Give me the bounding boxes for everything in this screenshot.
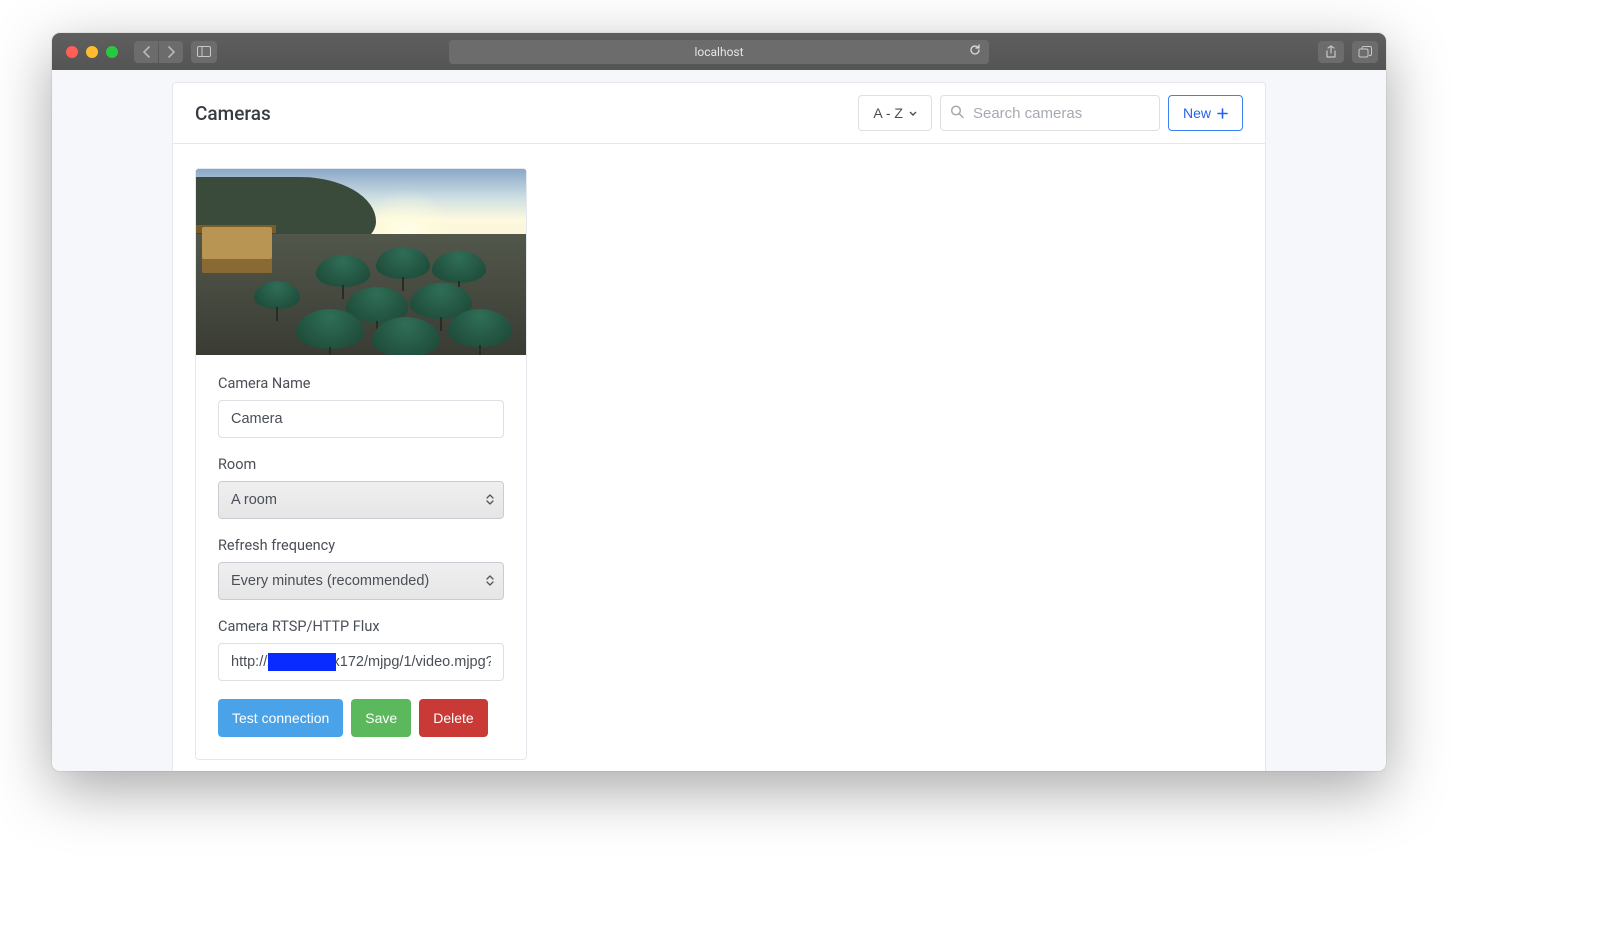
share-button[interactable] <box>1318 41 1344 63</box>
plus-icon <box>1217 108 1228 119</box>
camera-form: Camera Name Room A room <box>196 355 526 759</box>
test-connection-button[interactable]: Test connection <box>218 699 343 737</box>
tabs-button[interactable] <box>1352 41 1378 63</box>
flux-input[interactable] <box>218 643 504 681</box>
delete-button[interactable]: Delete <box>419 699 487 737</box>
share-icon <box>1325 45 1337 59</box>
page-header: Cameras A - Z New <box>173 83 1265 144</box>
tabs-icon <box>1358 46 1372 58</box>
reload-icon[interactable] <box>969 44 981 59</box>
back-button[interactable] <box>134 41 158 63</box>
page-container: Cameras A - Z New <box>172 82 1266 771</box>
sidebar-toggle-button[interactable] <box>191 41 217 63</box>
window-controls <box>66 46 118 58</box>
frequency-label: Refresh frequency <box>218 537 504 554</box>
browser-window: localhost Cameras <box>52 33 1386 771</box>
room-label: Room <box>218 456 504 473</box>
save-button[interactable]: Save <box>351 699 411 737</box>
page-viewport: Cameras A - Z New <box>52 70 1386 771</box>
search-input[interactable] <box>940 95 1160 131</box>
room-select[interactable]: A room <box>218 481 504 519</box>
minimize-window-button[interactable] <box>86 46 98 58</box>
search-icon <box>950 104 964 123</box>
nav-buttons <box>134 41 183 63</box>
new-camera-button[interactable]: New <box>1168 95 1243 131</box>
camera-name-input[interactable] <box>218 400 504 438</box>
browser-titlebar: localhost <box>52 33 1386 70</box>
address-bar[interactable]: localhost <box>449 40 989 64</box>
search-wrap <box>940 95 1160 131</box>
chevron-left-icon <box>142 46 151 58</box>
camera-name-label: Camera Name <box>218 375 504 392</box>
header-controls: A - Z New <box>858 95 1243 131</box>
chevron-down-icon <box>909 111 917 116</box>
chevron-right-icon <box>167 46 176 58</box>
maximize-window-button[interactable] <box>106 46 118 58</box>
sort-label: A - Z <box>873 105 903 121</box>
forward-button[interactable] <box>159 41 183 63</box>
sidebar-icon <box>197 46 211 57</box>
sort-dropdown[interactable]: A - Z <box>858 95 932 131</box>
page-title: Cameras <box>195 102 271 125</box>
flux-label: Camera RTSP/HTTP Flux <box>218 618 504 635</box>
url-text: localhost <box>694 45 743 59</box>
new-label: New <box>1183 105 1211 121</box>
camera-preview <box>196 169 526 355</box>
frequency-select[interactable]: Every minutes (recommended) <box>218 562 504 600</box>
camera-card: Camera Name Room A room <box>195 168 527 760</box>
action-buttons: Test connection Save Delete <box>218 699 504 737</box>
close-window-button[interactable] <box>66 46 78 58</box>
titlebar-right <box>1318 41 1378 63</box>
